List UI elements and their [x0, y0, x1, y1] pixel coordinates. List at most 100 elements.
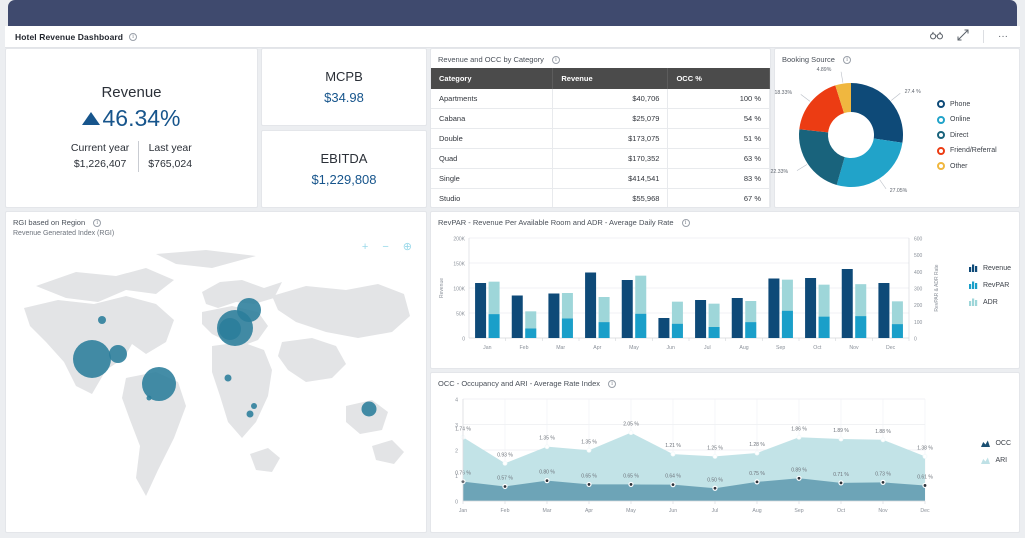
data-point[interactable] [712, 453, 718, 459]
donut-slice[interactable] [851, 83, 903, 143]
bar-revpar[interactable] [598, 322, 610, 338]
map-bubble[interactable] [246, 410, 254, 418]
data-point[interactable] [502, 483, 508, 490]
data-point[interactable] [796, 434, 802, 440]
more-options-icon[interactable]: ··· [998, 31, 1008, 42]
data-point[interactable] [838, 480, 844, 486]
bar-legend-item[interactable]: RevPAR [968, 281, 1011, 289]
x-axis-label: Sep [794, 508, 803, 514]
binoculars-icon[interactable] [930, 31, 943, 43]
bar-revpar[interactable] [891, 324, 903, 338]
table-column-header[interactable]: OCC % [667, 68, 770, 90]
map-bubble[interactable] [146, 395, 152, 401]
bar-revenue[interactable] [805, 278, 817, 338]
bar-revenue[interactable] [511, 295, 523, 339]
donut-legend-item[interactable]: Direct [937, 131, 997, 140]
area-chart[interactable]: 012341.74 %0.93 %1.35 %1.35 %2.05 %1.21 … [433, 389, 963, 527]
table-row[interactable]: Cabana $25,079 54 % [431, 108, 770, 130]
area-legend-item[interactable]: OCC [981, 439, 1011, 447]
map-bubble[interactable] [219, 318, 241, 340]
data-point[interactable] [628, 481, 634, 488]
donut-legend-item[interactable]: Friend/Referral [937, 146, 997, 155]
bar-revenue[interactable] [695, 300, 707, 338]
bar-revpar[interactable] [671, 323, 683, 338]
data-point[interactable] [502, 460, 508, 466]
bar-legend-item[interactable]: ADR [968, 298, 1011, 306]
data-point[interactable] [670, 451, 676, 457]
map-bubble[interactable] [98, 316, 106, 324]
map-bubble[interactable] [251, 403, 257, 409]
table-scroll-area[interactable]: Category Revenue OCC % Apartments $40,706 10… [431, 64, 770, 207]
bar-revenue[interactable] [621, 280, 633, 338]
map-bubble[interactable] [73, 340, 111, 378]
table-row[interactable]: Apartments $40,706 100 % [431, 89, 770, 110]
donut-slice[interactable] [836, 138, 903, 188]
bar-revenue[interactable] [585, 272, 597, 339]
bar-revenue[interactable] [768, 278, 780, 339]
bar-revpar[interactable] [525, 328, 537, 339]
donut-chart[interactable]: 27.4 % 27.05% 22.33% 18.33% 4.89% [770, 65, 935, 205]
bar-revpar[interactable] [488, 314, 500, 338]
data-point[interactable] [628, 430, 634, 436]
table-row[interactable]: Single $414,541 83 % [431, 168, 770, 190]
map-bubble[interactable] [142, 367, 176, 401]
map-bubble[interactable] [109, 345, 127, 363]
bar-revpar[interactable] [561, 318, 573, 339]
bar-revpar[interactable] [708, 327, 720, 338]
bar-revenue[interactable] [878, 283, 890, 338]
expand-icon[interactable] [957, 29, 969, 44]
donut-legend-item[interactable]: Other [937, 162, 997, 171]
data-label: 1.21 % [665, 443, 681, 449]
info-icon[interactable]: i [681, 219, 690, 228]
info-icon[interactable]: i [843, 56, 852, 65]
info-icon[interactable]: i [608, 380, 617, 389]
bar-revpar[interactable] [745, 322, 757, 338]
bar-legend-item[interactable]: Revenue [968, 264, 1011, 272]
table-row[interactable]: Studio $55,968 67 % [431, 188, 770, 207]
current-year-value: $1,226,407 [73, 157, 127, 170]
data-point[interactable] [880, 437, 886, 443]
bar-revpar[interactable] [635, 313, 647, 338]
world-map[interactable] [6, 246, 427, 531]
donut-legend-label: Other [950, 162, 968, 170]
bar-chart[interactable]: 0 50K 100K 150K 200K 0 100 200 300 400 500 600 Jan Fe… [433, 228, 953, 364]
data-point[interactable] [586, 447, 592, 453]
bar-revenue[interactable] [658, 318, 670, 338]
data-point[interactable] [544, 477, 550, 484]
x-axis-label: Dec [886, 345, 896, 351]
data-point[interactable] [922, 453, 928, 459]
data-point[interactable] [838, 436, 844, 442]
data-point[interactable] [796, 475, 802, 481]
donut-slice[interactable] [799, 129, 845, 185]
data-point[interactable] [712, 485, 718, 491]
donut-legend-item[interactable]: Phone [937, 100, 997, 109]
data-point[interactable] [880, 479, 886, 485]
table-row[interactable]: Double $173,075 51 % [431, 128, 770, 150]
table-column-header[interactable]: Revenue [552, 68, 669, 90]
map-bubble[interactable] [361, 401, 377, 417]
map-bubble[interactable] [224, 374, 232, 382]
donut-slice[interactable] [799, 85, 845, 133]
bar-revpar[interactable] [818, 316, 830, 338]
donut-legend-item[interactable]: Online [937, 115, 997, 124]
data-point[interactable] [922, 482, 928, 489]
data-point[interactable] [754, 479, 760, 485]
info-icon[interactable]: i [129, 32, 138, 41]
y-axis-tick: 50K [456, 312, 466, 318]
info-icon[interactable]: i [551, 56, 560, 65]
bar-revpar[interactable] [855, 316, 867, 338]
data-point[interactable] [544, 444, 550, 450]
table-row[interactable]: Quad $170,352 63 % [431, 148, 770, 170]
bar-revenue[interactable] [548, 293, 560, 339]
info-icon[interactable]: i [93, 219, 102, 228]
data-point[interactable] [670, 482, 676, 488]
area-legend-item[interactable]: ARI [981, 456, 1011, 464]
table-column-header[interactable]: Category [431, 68, 554, 90]
bar-revenue[interactable] [841, 269, 853, 338]
data-point[interactable] [754, 450, 760, 456]
bar-revpar[interactable] [781, 310, 793, 338]
y-axis-tick: 4 [455, 398, 458, 404]
data-point[interactable] [586, 481, 592, 488]
bar-revenue[interactable] [731, 298, 743, 338]
bar-revenue[interactable] [475, 283, 487, 338]
